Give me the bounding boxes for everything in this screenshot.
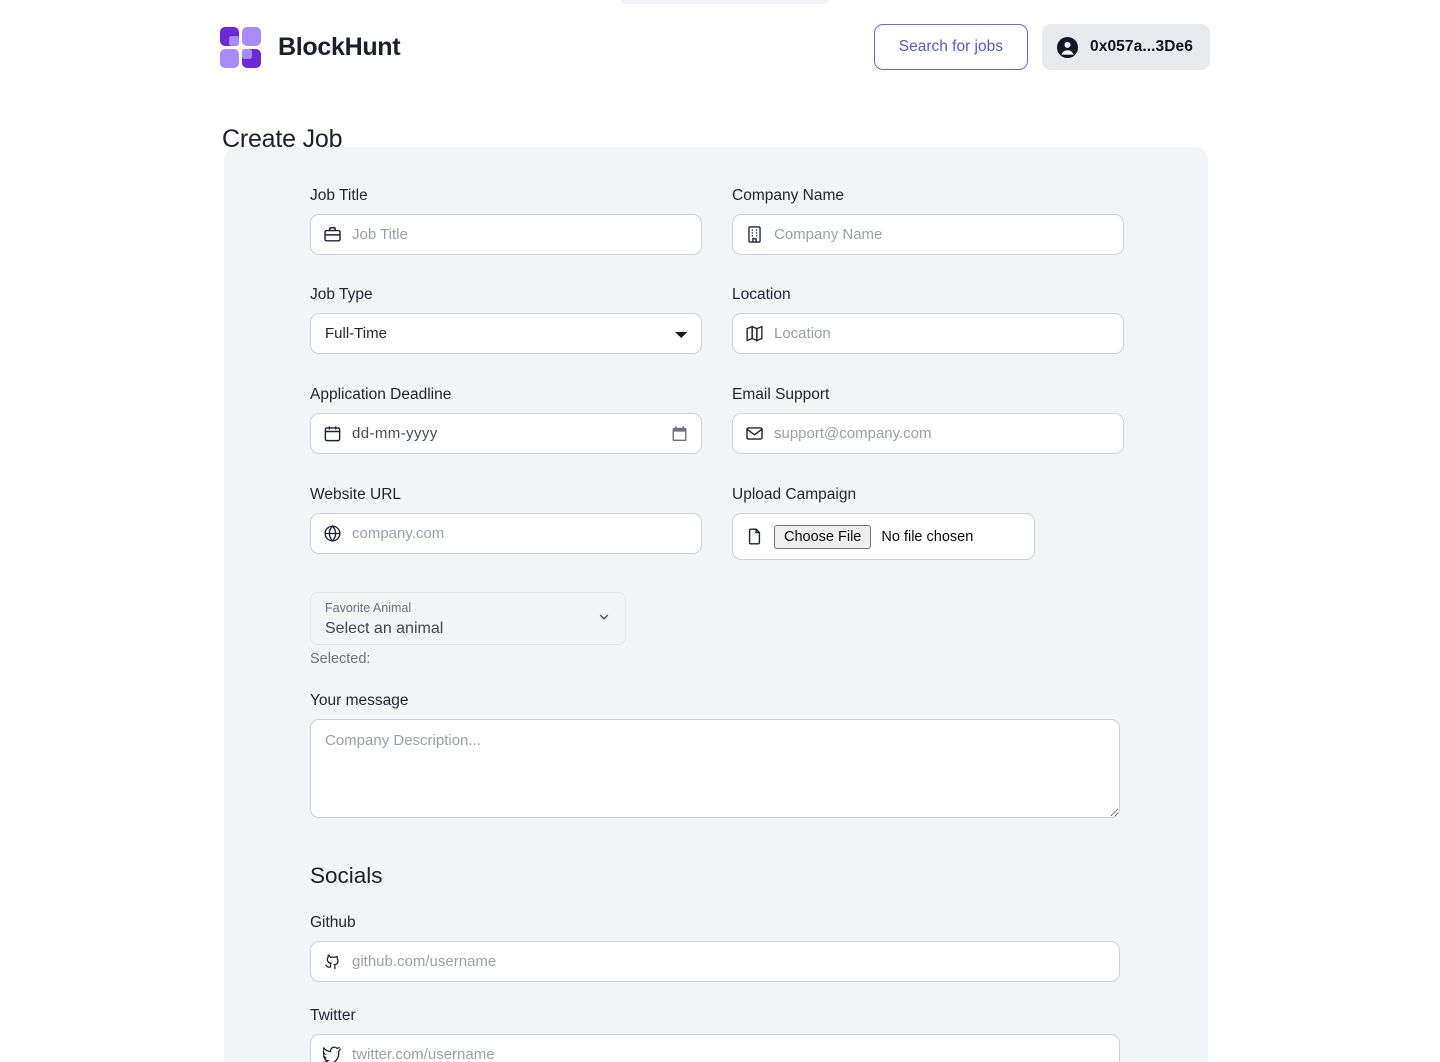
twitter-label: Twitter (310, 1007, 356, 1024)
job-title-field: Job Title (310, 187, 702, 255)
github-icon (323, 952, 342, 971)
website-url-input-wrap[interactable] (310, 513, 702, 554)
favorite-animal-value: Select an animal (325, 620, 444, 637)
job-title-input-wrap[interactable] (310, 214, 702, 255)
application-deadline-value: dd-mm-yyyy (352, 425, 438, 442)
message-field: Your message (310, 692, 1122, 823)
message-label: Your message (310, 692, 409, 709)
job-type-select[interactable]: Full-Time (310, 313, 702, 354)
application-deadline-input-wrap[interactable]: dd-mm-yyyy (310, 413, 702, 454)
email-support-field: Email Support (732, 386, 1124, 454)
message-textarea-wrap (310, 719, 1120, 823)
header-actions: Search for jobs 0x057a...3De6 (873, 24, 1210, 70)
application-deadline-field: Application Deadline dd-mm-yyyy (310, 386, 702, 454)
upload-campaign-label: Upload Campaign (732, 486, 857, 503)
form-row-3: Application Deadline dd-mm-yyyy Email Su… (310, 386, 1124, 454)
website-url-input[interactable] (352, 514, 689, 553)
company-name-field: Company Name (732, 187, 1124, 255)
twitter-input[interactable] (352, 1035, 1107, 1062)
company-name-input-wrap[interactable] (732, 214, 1124, 255)
twitter-input-wrap[interactable] (310, 1034, 1120, 1062)
company-name-input[interactable] (774, 215, 1111, 254)
blockhunt-logo-icon (220, 26, 261, 68)
site-header: BlockHunt Search for jobs 0x057a...3De6 (0, 0, 1440, 94)
email-support-input-wrap[interactable] (732, 413, 1124, 454)
form-row-1: Job Title Company Name (310, 187, 1124, 255)
socials-heading: Socials (310, 863, 383, 888)
create-job-page: BlockHunt Search for jobs 0x057a...3De6 … (0, 0, 1440, 1062)
twitter-field: Twitter (310, 1007, 1122, 1062)
brand-name: BlockHunt (278, 32, 401, 61)
form-row-2: Job Type Full-Time Location (310, 286, 1124, 354)
twitter-icon (323, 1045, 342, 1062)
github-label: Github (310, 914, 356, 931)
choose-file-button[interactable]: Choose File (774, 524, 872, 549)
message-textarea[interactable] (310, 719, 1120, 818)
form-row-4: Website URL Upload Campaign (310, 486, 1122, 560)
upload-campaign-field: Upload Campaign Choose File No file chos… (732, 486, 1124, 560)
calendar-picker-icon[interactable] (672, 425, 687, 442)
email-support-input[interactable] (774, 414, 1111, 453)
map-icon (745, 324, 764, 343)
building-icon (745, 225, 764, 244)
favorite-animal-selected-text: Selected: (310, 651, 371, 667)
website-url-field: Website URL (310, 486, 702, 560)
briefcase-icon (323, 225, 342, 244)
job-title-input[interactable] (352, 215, 689, 254)
github-field: Github (310, 914, 1122, 982)
favorite-animal-field: Favorite Animal Select an animal Selecte… (310, 592, 1122, 667)
globe-icon (323, 524, 342, 543)
brand-logo-link[interactable]: BlockHunt (220, 26, 401, 68)
favorite-animal-floating-label: Favorite Animal (325, 601, 412, 615)
calendar-icon (323, 424, 342, 443)
chevron-down-icon[interactable] (595, 607, 613, 630)
location-label: Location (732, 286, 791, 303)
email-support-label: Email Support (732, 386, 830, 403)
location-input-wrap[interactable] (732, 313, 1124, 354)
job-title-label: Job Title (310, 187, 368, 204)
file-chosen-status: No file chosen (881, 528, 974, 545)
wallet-address-button[interactable]: 0x057a...3De6 (1042, 24, 1210, 70)
user-circle-icon (1056, 36, 1079, 59)
wallet-address-text: 0x057a...3De6 (1090, 38, 1193, 55)
github-input-wrap[interactable] (310, 941, 1120, 982)
application-deadline-label: Application Deadline (310, 386, 452, 403)
location-field: Location (732, 286, 1124, 354)
favorite-animal-select[interactable]: Favorite Animal Select an animal (310, 592, 626, 645)
job-type-field: Job Type Full-Time (310, 286, 702, 354)
job-type-label: Job Type (310, 286, 373, 303)
upload-campaign-input-wrap[interactable]: Choose File No file chosen (732, 513, 1035, 560)
envelope-icon (745, 424, 764, 443)
location-input[interactable] (774, 314, 1111, 353)
file-icon (745, 527, 764, 546)
company-name-label: Company Name (732, 187, 844, 204)
create-job-form-card: Job Title Company Name (224, 147, 1208, 1062)
website-url-label: Website URL (310, 486, 402, 503)
search-for-jobs-button[interactable]: Search for jobs (873, 24, 1028, 70)
github-input[interactable] (352, 942, 1107, 981)
